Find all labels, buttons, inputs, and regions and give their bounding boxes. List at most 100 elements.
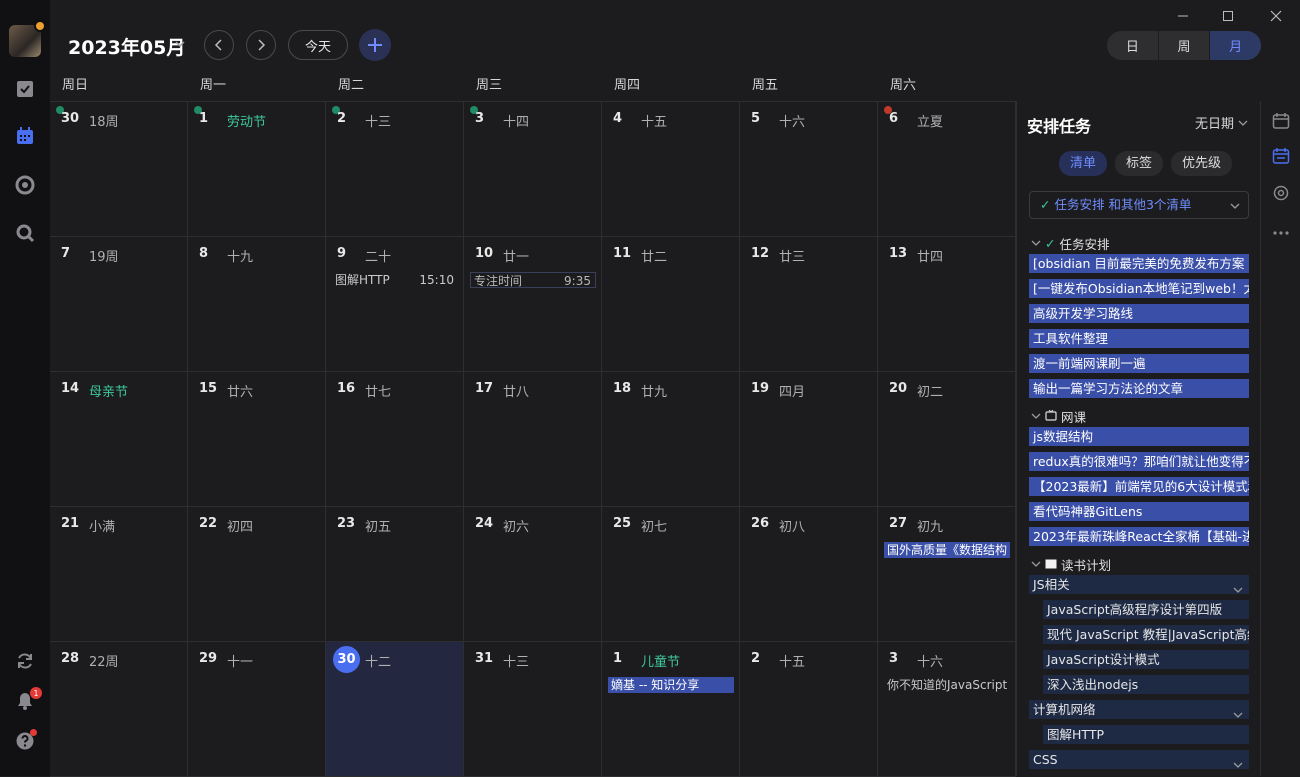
day-cell[interactable]: 31 十三 bbox=[464, 642, 602, 777]
day-cell[interactable]: 24 初六 bbox=[464, 507, 602, 642]
day-cell[interactable]: 2 十三 bbox=[326, 102, 464, 237]
more-icon[interactable] bbox=[1271, 223, 1291, 243]
calendar-event[interactable]: 你不知道的JavaScript bbox=[884, 677, 1010, 693]
day-cell[interactable]: 2 十五 bbox=[740, 642, 878, 777]
task-item[interactable]: 工具软件整理 bbox=[1029, 329, 1249, 348]
task-checkbox-icon[interactable] bbox=[12, 76, 38, 102]
day-cell[interactable]: 7 19周 bbox=[50, 237, 188, 372]
task-section-header[interactable]: JS相关 bbox=[1029, 575, 1249, 594]
task-title: redux真的很难吗？那咱们就让他变得不 bbox=[1033, 454, 1249, 469]
day-cell[interactable]: 16 廿七 bbox=[326, 372, 464, 507]
task-title: 高级开发学习路线 bbox=[1033, 306, 1134, 321]
task-item[interactable]: redux真的很难吗？那咱们就让他变得不 bbox=[1029, 452, 1249, 471]
close-icon[interactable] bbox=[1268, 8, 1284, 24]
day-cell[interactable]: 30 18周 bbox=[50, 102, 188, 237]
task-item[interactable]: [obsidian 目前最完美的免费发布方案 - 渐 bbox=[1029, 254, 1249, 273]
day-cell[interactable]: 26 初八 bbox=[740, 507, 878, 642]
sync-icon[interactable] bbox=[12, 648, 38, 674]
calendar-event[interactable]: 专注时间 9:35 bbox=[470, 272, 596, 288]
day-cell[interactable]: 14 母亲节 bbox=[50, 372, 188, 507]
maximize-icon[interactable] bbox=[1220, 8, 1236, 24]
event-title: 嫡基 -- 知识分享 bbox=[611, 678, 700, 692]
next-month-button[interactable] bbox=[246, 30, 276, 60]
day-cell[interactable]: 21 小满 bbox=[50, 507, 188, 642]
search-icon[interactable] bbox=[12, 220, 38, 246]
today-button[interactable]: 今天 bbox=[288, 30, 348, 60]
task-item[interactable]: 图解HTTP bbox=[1043, 725, 1249, 744]
task-item[interactable]: 深入浅出nodejs bbox=[1043, 675, 1249, 694]
tab-tags[interactable]: 标签 bbox=[1115, 151, 1164, 176]
focus-icon[interactable] bbox=[12, 172, 38, 198]
day-cell[interactable]: 11 廿二 bbox=[602, 237, 740, 372]
day-cell[interactable]: 1 劳动节 bbox=[188, 102, 326, 237]
view-week-button[interactable]: 周 bbox=[1159, 31, 1211, 60]
schedule-task-icon[interactable] bbox=[1271, 146, 1291, 166]
task-item[interactable]: JavaScript高级程序设计第四版 bbox=[1043, 600, 1249, 619]
day-number: 10 bbox=[475, 246, 494, 261]
task-item[interactable]: JavaScript设计模式 bbox=[1043, 650, 1249, 669]
day-cell[interactable]: 15 廿六 bbox=[188, 372, 326, 507]
calendar-icon[interactable] bbox=[12, 123, 38, 149]
add-event-button[interactable] bbox=[359, 29, 391, 61]
view-day-button[interactable]: 日 bbox=[1107, 31, 1159, 60]
task-item[interactable]: js数据结构 bbox=[1029, 427, 1249, 446]
calendar-event[interactable]: 图解HTTP 15:10 bbox=[332, 272, 458, 288]
day-cell[interactable]: 17 廿八 bbox=[464, 372, 602, 507]
day-cell[interactable]: 30 十二 bbox=[326, 642, 464, 777]
weekday-label: 周四 bbox=[614, 78, 641, 93]
day-cell[interactable]: 9 二十 图解HTTP 15:10 bbox=[326, 237, 464, 372]
day-cell[interactable]: 18 廿九 bbox=[602, 372, 740, 507]
task-group-header[interactable]: ✓ 任务安排 bbox=[1031, 234, 1110, 253]
day-number: 16 bbox=[337, 381, 356, 396]
day-cell[interactable]: 25 初七 bbox=[602, 507, 740, 642]
month-title[interactable]: 2023年05月 bbox=[68, 33, 185, 60]
day-cell[interactable]: 3 十四 bbox=[464, 102, 602, 237]
day-cell[interactable]: 28 22周 bbox=[50, 642, 188, 777]
minimize-icon[interactable] bbox=[1175, 8, 1191, 24]
settings-icon[interactable] bbox=[1271, 183, 1291, 203]
day-cell[interactable]: 23 初五 bbox=[326, 507, 464, 642]
chevron-left-icon bbox=[214, 39, 222, 51]
task-section-header[interactable]: CSS bbox=[1029, 750, 1249, 769]
task-item[interactable]: 【2023最新】前端常见的6大设计模式和 bbox=[1029, 477, 1249, 496]
prev-month-button[interactable] bbox=[204, 30, 234, 60]
day-cell[interactable]: 4 十五 bbox=[602, 102, 740, 237]
day-cell[interactable]: 1 儿童节 嫡基 -- 知识分享 bbox=[602, 642, 740, 777]
task-item[interactable]: 看代码神器GitLens bbox=[1029, 502, 1249, 521]
list-select-dropdown[interactable]: ✓ 任务安排 和其他3个清单 bbox=[1029, 191, 1249, 219]
lunar-date-label: 廿九 bbox=[641, 385, 668, 400]
view-month-button[interactable]: 月 bbox=[1210, 31, 1261, 60]
task-section-header[interactable]: 计算机网络 bbox=[1029, 700, 1249, 719]
day-cell[interactable]: 27 初九 国外高质量《数据结构 bbox=[878, 507, 1016, 642]
day-cell[interactable]: 3 十六 你不知道的JavaScript bbox=[878, 642, 1016, 777]
day-cell[interactable]: 12 廿三 bbox=[740, 237, 878, 372]
task-item[interactable]: [一键发布Obsidian本地笔记到web！太赞 bbox=[1029, 279, 1249, 298]
weekday-label: 周日 bbox=[62, 78, 89, 93]
calendar-view-icon[interactable] bbox=[1271, 111, 1291, 131]
task-group-header[interactable]: 读书计划 bbox=[1031, 555, 1111, 574]
task-item[interactable]: 现代 JavaScript 教程|JavaScript高级 bbox=[1043, 625, 1249, 644]
day-cell[interactable]: 5 十六 bbox=[740, 102, 878, 237]
tab-priority[interactable]: 优先级 bbox=[1171, 151, 1233, 176]
chevron-down-icon bbox=[1233, 706, 1243, 719]
day-cell[interactable]: 13 廿四 bbox=[878, 237, 1016, 372]
task-item[interactable]: 渡一前端网课刷一遍 bbox=[1029, 354, 1249, 373]
day-cell[interactable]: 6 立夏 bbox=[878, 102, 1016, 237]
day-number: 30 bbox=[61, 111, 80, 126]
day-cell[interactable]: 29 十一 bbox=[188, 642, 326, 777]
task-group-header[interactable]: 网课 bbox=[1031, 407, 1086, 426]
weekday-label: 周五 bbox=[752, 78, 779, 93]
day-cell[interactable]: 19 四月 bbox=[740, 372, 878, 507]
day-cell[interactable]: 8 十九 bbox=[188, 237, 326, 372]
calendar-event[interactable]: 国外高质量《数据结构 bbox=[884, 542, 1010, 558]
task-item[interactable]: 输出一篇学习方法论的文章 bbox=[1029, 379, 1249, 398]
day-cell[interactable]: 22 初四 bbox=[188, 507, 326, 642]
task-item[interactable]: 2023年最新珠峰React全家桶【基础-进阶 bbox=[1029, 527, 1249, 546]
tab-list[interactable]: 清单 bbox=[1059, 151, 1108, 176]
task-item[interactable]: 高级开发学习路线 bbox=[1029, 304, 1249, 323]
date-filter-dropdown[interactable]: 无日期 bbox=[1195, 113, 1248, 132]
day-cell[interactable]: 20 初二 bbox=[878, 372, 1016, 507]
day-cell[interactable]: 10 廿一 专注时间 9:35 bbox=[464, 237, 602, 372]
chevron-down-icon[interactable] bbox=[174, 38, 186, 50]
calendar-event[interactable]: 嫡基 -- 知识分享 bbox=[608, 677, 734, 693]
